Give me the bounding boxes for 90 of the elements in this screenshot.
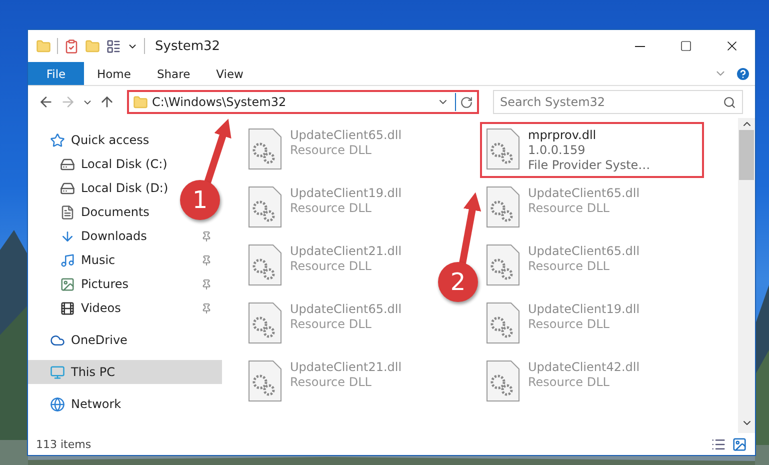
file-detail: Resource DLL [528, 375, 610, 390]
download-icon [60, 228, 75, 244]
file-name: UpdateClient65.dll [290, 302, 402, 317]
nav-item[interactable]: Local Disk (D:) [28, 176, 174, 200]
file-name: UpdateClient19.dll [290, 186, 402, 201]
file-name: UpdateClient21.dll [290, 244, 402, 259]
nav-label: Downloads [81, 229, 147, 243]
file-detail: Resource DLL [290, 259, 372, 274]
details-view-icon[interactable] [711, 436, 726, 452]
file-detail: Resource DLL [528, 201, 610, 216]
nav-item[interactable]: OneDrive [28, 328, 134, 352]
ribbon-tab[interactable]: Home [84, 62, 144, 85]
back-button[interactable] [38, 94, 54, 110]
cloud-icon [50, 332, 65, 348]
nav-label: Pictures [81, 277, 129, 291]
nav-label: Videos [81, 301, 121, 315]
file-detail: Resource DLL [528, 317, 610, 332]
large-icons-view-icon[interactable] [732, 436, 747, 452]
gear-file-icon [248, 128, 282, 170]
item-count: 113 items [36, 438, 92, 450]
scrollbar[interactable] [738, 118, 755, 433]
gear-file-icon [486, 244, 520, 286]
search-icon [723, 96, 736, 108]
file-detail: File Provider Syste… [528, 158, 650, 173]
nav-item[interactable]: Quick access [28, 128, 156, 152]
gear-file-icon [248, 302, 282, 344]
refresh-icon[interactable] [460, 96, 473, 108]
forward-icon [60, 94, 76, 110]
gear-file-icon [486, 128, 520, 170]
search-field[interactable]: Search System32 [493, 90, 743, 114]
drive-icon [60, 180, 75, 196]
star-icon [50, 132, 65, 148]
nav-item[interactable]: Videos [28, 296, 127, 320]
ribbon-tab[interactable]: Share [144, 62, 204, 85]
file-detail: Resource DLL [290, 143, 372, 158]
gear-file-icon [486, 186, 520, 228]
file-name: UpdateClient21.dll [290, 360, 402, 375]
gear-file-icon [248, 244, 282, 286]
monitor-icon [50, 364, 65, 380]
nav-label: Local Disk (C:) [81, 157, 168, 171]
window-title: System32 [155, 38, 220, 54]
gear-file-icon [486, 360, 520, 402]
checklist-icon[interactable] [64, 38, 79, 54]
nav-item[interactable]: Pictures [28, 272, 135, 296]
globe-icon [50, 396, 65, 412]
view-icon[interactable] [106, 38, 121, 54]
file-detail: Resource DLL [290, 201, 372, 216]
file-detail: Resource DLL [528, 259, 610, 274]
nav-item[interactable]: Music [28, 248, 122, 272]
file-name: UpdateClient19.dll [528, 302, 640, 317]
file-menu-button[interactable]: File [28, 62, 84, 85]
up-button[interactable] [99, 94, 115, 110]
folder-icon [133, 94, 148, 110]
nav-item[interactable]: This PC [28, 360, 222, 384]
gear-file-icon [248, 360, 282, 402]
nav-item[interactable]: Documents [28, 200, 156, 224]
nav-label: Quick access [71, 133, 150, 147]
file-detail: Resource DLL [290, 375, 372, 390]
nav-label: Network [71, 397, 122, 411]
nav-item[interactable]: Network [28, 392, 128, 416]
music-icon [60, 252, 75, 268]
up-icon [99, 94, 115, 110]
nav-label: Documents [81, 205, 150, 219]
file-name: mprprov.dll [528, 128, 598, 143]
file-name: UpdateClient65.dll [528, 244, 640, 259]
document-icon [60, 204, 75, 220]
file-detail: Resource DLL [290, 317, 372, 332]
file-item[interactable]: mprprov.dll 1.0.0.159 File Provider Syste… [480, 122, 704, 178]
nav-item[interactable]: Local Disk (C:) [28, 152, 174, 176]
ribbon-tab[interactable]: View [203, 62, 256, 85]
address-path: C:\Windows\System32 [151, 95, 288, 109]
nav-label: Music [81, 253, 116, 267]
file-name: UpdateClient42.dll [528, 360, 640, 375]
picture-icon [60, 276, 75, 292]
film-icon [60, 300, 75, 316]
file-name: UpdateClient65.dll [290, 128, 402, 143]
nav-item[interactable]: Downloads [28, 224, 153, 248]
maximize-icon [680, 40, 692, 52]
nav-label: This PC [71, 365, 115, 379]
file-name: UpdateClient65.dll [528, 186, 640, 201]
gear-file-icon [486, 302, 520, 344]
file-detail: 1.0.0.159 [528, 143, 586, 158]
nav-label: OneDrive [71, 333, 128, 347]
nav-label: Local Disk (D:) [81, 181, 168, 195]
back-icon [38, 94, 54, 110]
address-bar[interactable]: C:\Windows\System32 [127, 90, 479, 114]
help-icon[interactable] [735, 66, 751, 82]
scroll-thumb[interactable] [739, 130, 754, 180]
gear-file-icon [248, 186, 282, 228]
drive-icon [60, 156, 75, 172]
